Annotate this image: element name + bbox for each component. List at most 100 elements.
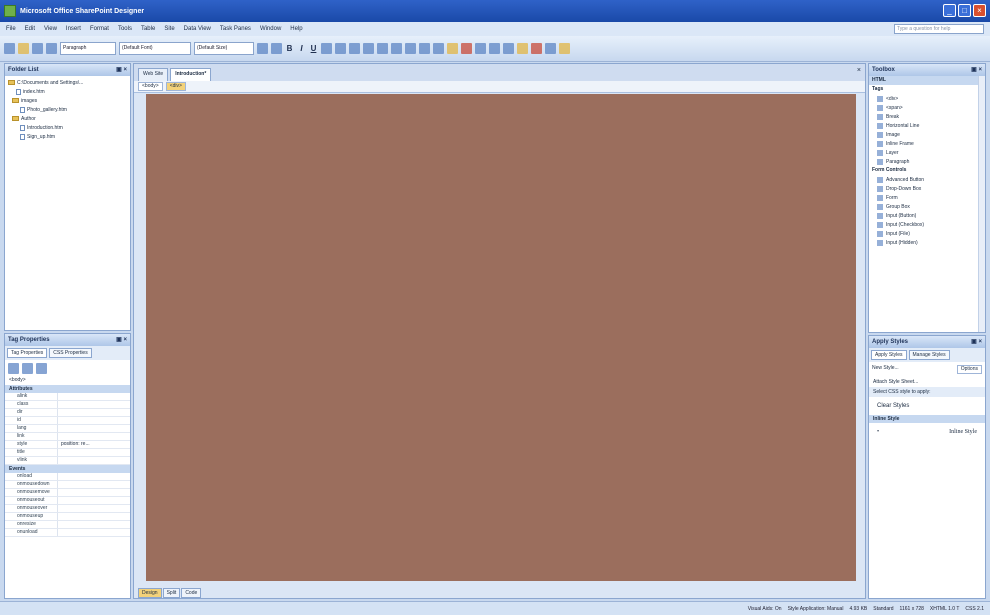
design-canvas[interactable] bbox=[146, 94, 856, 581]
preview-icon[interactable] bbox=[531, 43, 542, 54]
toolbox-item[interactable]: Horizontal Line bbox=[869, 121, 985, 130]
layer-icon[interactable] bbox=[489, 43, 500, 54]
tree-item-photo-gallery[interactable]: Photo_gallery.htm bbox=[8, 105, 127, 114]
tab-css-properties[interactable]: CSS Properties bbox=[49, 348, 92, 358]
property-row[interactable]: vlink bbox=[5, 457, 130, 465]
tree-item-index[interactable]: index.htm bbox=[8, 87, 127, 96]
menu-window[interactable]: Window bbox=[260, 26, 281, 32]
panel-close-icon[interactable]: ▣ × bbox=[971, 64, 982, 76]
undo-icon[interactable] bbox=[257, 43, 268, 54]
menu-view[interactable]: View bbox=[44, 26, 57, 32]
attach-style-sheet-link[interactable]: Attach Style Sheet... bbox=[869, 377, 985, 387]
panel-close-icon[interactable]: ▣ × bbox=[116, 64, 127, 76]
tree-root[interactable]: C:\Documents and Settings\... bbox=[8, 78, 127, 87]
toolbox-item[interactable]: <span> bbox=[869, 103, 985, 112]
menu-file[interactable]: File bbox=[6, 26, 16, 32]
borders-icon[interactable] bbox=[433, 43, 444, 54]
property-row[interactable]: onunload bbox=[5, 529, 130, 537]
options-button[interactable]: Options bbox=[956, 365, 982, 374]
tab-design-view[interactable]: Design bbox=[138, 588, 162, 598]
breadcrumb-div[interactable]: <div> bbox=[165, 82, 186, 91]
image-icon[interactable] bbox=[503, 43, 514, 54]
property-row[interactable]: id bbox=[5, 417, 130, 425]
maximize-button[interactable]: □ bbox=[958, 4, 971, 17]
property-row[interactable]: title bbox=[5, 449, 130, 457]
category-attributes[interactable]: Attributes bbox=[5, 385, 130, 393]
bullets-icon[interactable] bbox=[391, 43, 402, 54]
new-page-icon[interactable] bbox=[4, 43, 15, 54]
status-style-application[interactable]: Style Application: Manual bbox=[788, 606, 844, 612]
menu-tools[interactable]: Tools bbox=[118, 26, 132, 32]
panel-close-icon[interactable]: ▣ × bbox=[971, 336, 982, 348]
tab-split-view[interactable]: Split bbox=[162, 588, 181, 598]
toolbox-item[interactable]: Form bbox=[869, 193, 985, 202]
hyperlink-icon[interactable] bbox=[517, 43, 528, 54]
inline-style-section[interactable]: Inline Style bbox=[869, 415, 985, 423]
toolbox-item[interactable]: Input (Checkbox) bbox=[869, 220, 985, 229]
menu-site[interactable]: Site bbox=[164, 26, 174, 32]
toolbox-item[interactable]: Break bbox=[869, 112, 985, 121]
close-button[interactable]: × bbox=[973, 4, 986, 17]
highlight-icon[interactable] bbox=[447, 43, 458, 54]
property-row[interactable]: alink bbox=[5, 393, 130, 401]
save-icon[interactable] bbox=[32, 43, 43, 54]
tree-item-sign-up[interactable]: Sign_up.htm bbox=[8, 132, 127, 141]
font-select[interactable]: (Default Font) bbox=[119, 42, 191, 55]
spell-icon[interactable] bbox=[545, 43, 556, 54]
property-row[interactable]: onmouseover bbox=[5, 505, 130, 513]
menu-table[interactable]: Table bbox=[141, 26, 155, 32]
tab-introduction[interactable]: Introduction* bbox=[170, 68, 212, 81]
table-icon[interactable] bbox=[475, 43, 486, 54]
toolbox-item[interactable]: Layer bbox=[869, 148, 985, 157]
tab-tag-properties[interactable]: Tag Properties bbox=[7, 348, 48, 358]
property-row[interactable]: onload bbox=[5, 473, 130, 481]
property-row[interactable]: onmouseout bbox=[5, 497, 130, 505]
toolbox-item[interactable]: Drop-Down Box bbox=[869, 184, 985, 193]
property-row[interactable]: class bbox=[5, 401, 130, 409]
new-style-link[interactable]: New Style... bbox=[872, 365, 899, 374]
clear-styles-item[interactable]: Clear Styles bbox=[869, 397, 985, 415]
minimize-button[interactable]: _ bbox=[943, 4, 956, 17]
toolbox-html-group[interactable]: HTML bbox=[869, 76, 985, 85]
property-row[interactable]: onmousedown bbox=[5, 481, 130, 489]
style-select[interactable]: Paragraph bbox=[60, 42, 116, 55]
menu-format[interactable]: Format bbox=[90, 26, 109, 32]
property-row[interactable]: onmousemove bbox=[5, 489, 130, 497]
bold-button[interactable]: B bbox=[285, 44, 294, 53]
align-center-icon[interactable] bbox=[335, 43, 346, 54]
property-row[interactable]: dir bbox=[5, 409, 130, 417]
help-search-input[interactable]: Type a question for help bbox=[894, 24, 984, 34]
toolbox-item[interactable]: <div> bbox=[869, 94, 985, 103]
toolbox-item[interactable]: Advanced Button bbox=[869, 175, 985, 184]
menu-help[interactable]: Help bbox=[290, 26, 302, 32]
tree-item-author[interactable]: Author bbox=[8, 114, 127, 123]
status-doctype[interactable]: XHTML 1.0 T bbox=[930, 606, 959, 612]
category-events[interactable]: Events bbox=[5, 465, 130, 473]
font-size-select[interactable]: (Default Size) bbox=[194, 42, 254, 55]
inline-style-item[interactable]: • Inline Style bbox=[869, 423, 985, 441]
folder-list-icon[interactable] bbox=[559, 43, 570, 54]
tab-code-view[interactable]: Code bbox=[181, 588, 202, 598]
increase-indent-icon[interactable] bbox=[419, 43, 430, 54]
menu-data-view[interactable]: Data View bbox=[184, 26, 211, 32]
tab-manage-styles[interactable]: Manage Styles bbox=[908, 350, 950, 360]
property-row[interactable]: onresize bbox=[5, 521, 130, 529]
open-folder-icon[interactable] bbox=[18, 43, 29, 54]
toolbox-item[interactable]: Input (File) bbox=[869, 229, 985, 238]
redo-icon[interactable] bbox=[271, 43, 282, 54]
tree-item-introduction[interactable]: Introduction.htm bbox=[8, 123, 127, 132]
tab-web-site[interactable]: Web Site bbox=[138, 68, 169, 81]
underline-button[interactable]: U bbox=[309, 44, 318, 53]
align-left-icon[interactable] bbox=[321, 43, 332, 54]
toolbox-item[interactable]: Inline Frame bbox=[869, 139, 985, 148]
decrease-indent-icon[interactable] bbox=[405, 43, 416, 54]
menu-edit[interactable]: Edit bbox=[25, 26, 35, 32]
align-right-icon[interactable] bbox=[349, 43, 360, 54]
toolbox-item[interactable]: Paragraph bbox=[869, 157, 985, 166]
tree-item-images[interactable]: images bbox=[8, 96, 127, 105]
menu-task-panes[interactable]: Task Panes bbox=[220, 26, 251, 32]
italic-button[interactable]: I bbox=[297, 44, 306, 53]
close-document-icon[interactable]: × bbox=[857, 67, 861, 74]
property-row[interactable]: style position: re... bbox=[5, 441, 130, 449]
toolbox-tags-group[interactable]: Tags bbox=[869, 85, 985, 94]
